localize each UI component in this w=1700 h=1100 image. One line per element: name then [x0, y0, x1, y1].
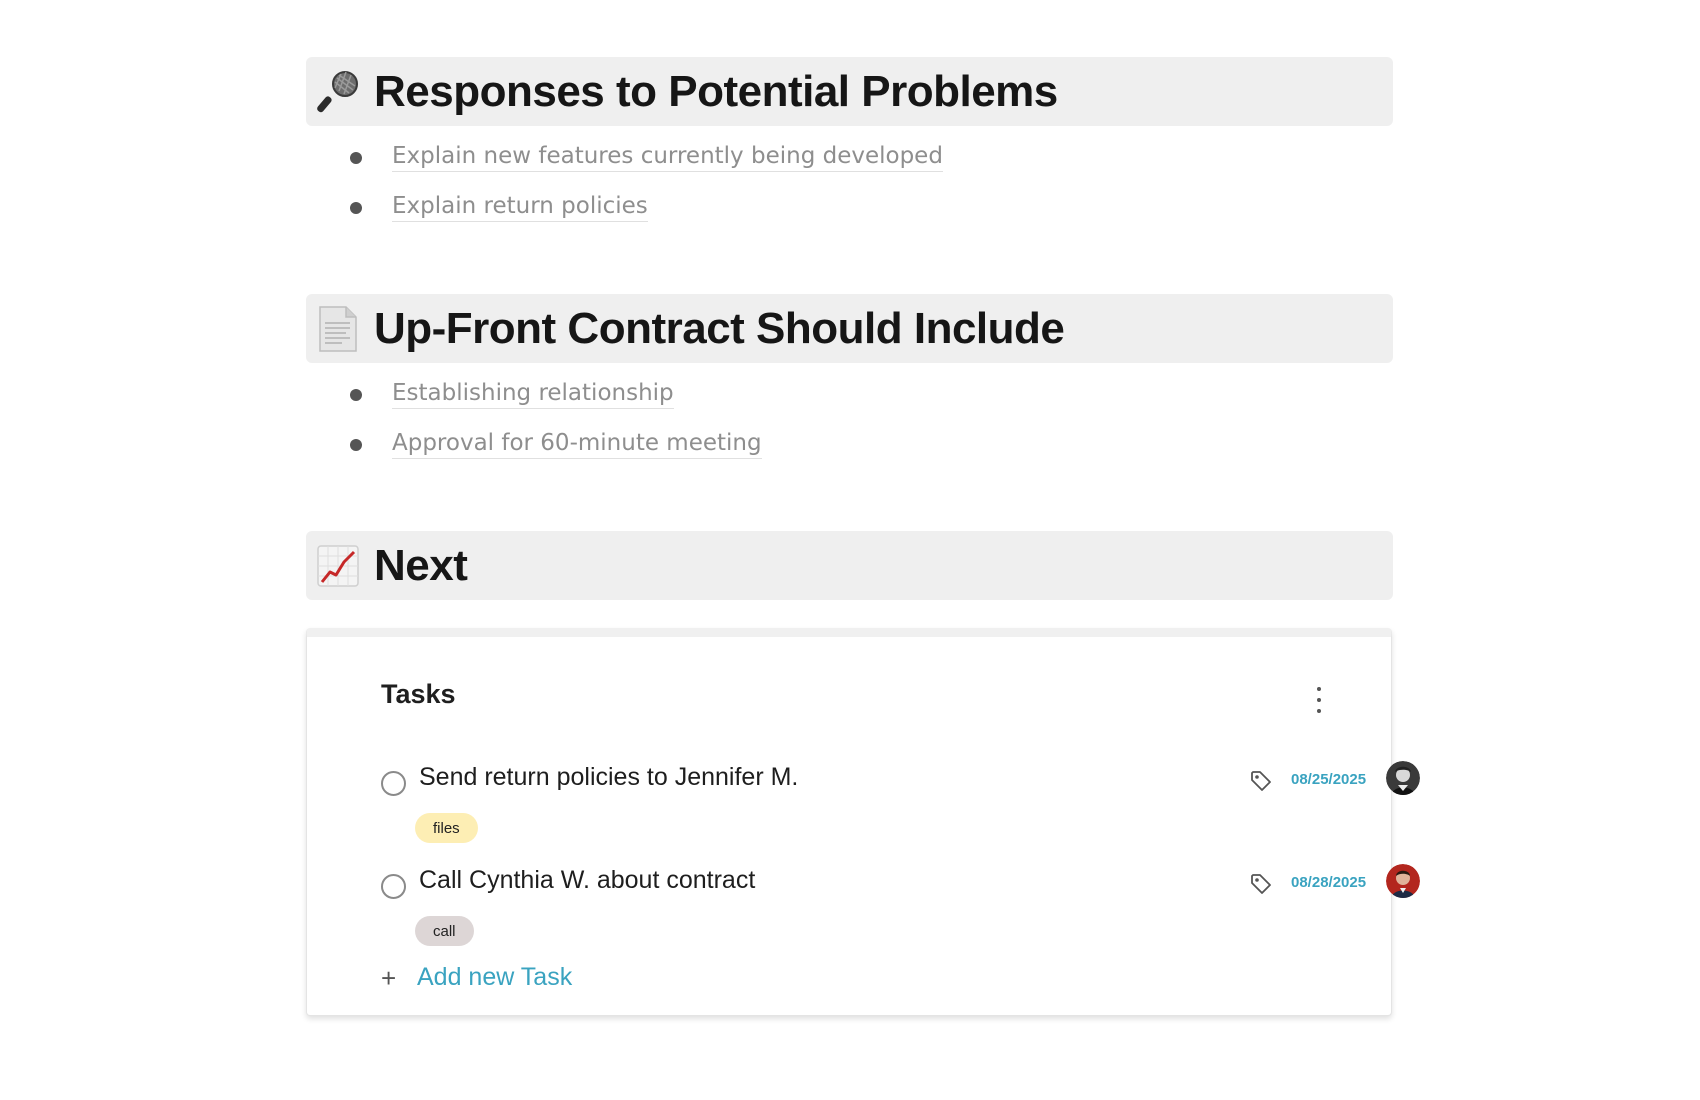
section-title: Up-Front Contract Should Include	[374, 303, 1065, 353]
task-checkbox[interactable]	[381, 771, 406, 796]
task-label[interactable]: Send return policies to Jennifer M.	[419, 763, 798, 792]
section-upfront-contract: Up-Front Contract Should Include Establi…	[306, 294, 1393, 469]
bullet-dot	[350, 202, 362, 214]
list-item[interactable]: Explain new features currently being dev…	[350, 132, 1393, 182]
list-item-text: Establishing relationship	[392, 380, 674, 409]
add-task-button[interactable]: + Add new Task	[381, 963, 572, 992]
tasks-card: Tasks Send return policies to Jennifer M…	[306, 628, 1420, 1016]
list-item[interactable]: Establishing relationship	[350, 369, 1393, 419]
list-item-text: Explain new features currently being dev…	[392, 143, 943, 172]
due-date[interactable]: 08/28/2025	[1291, 874, 1366, 891]
avatar[interactable]	[1386, 864, 1420, 898]
chart-increasing-icon	[314, 542, 362, 590]
task-tag[interactable]: files	[415, 813, 478, 843]
section-title: Next	[374, 540, 468, 590]
list-item-text: Explain return policies	[392, 193, 648, 222]
task-checkbox[interactable]	[381, 874, 406, 899]
tag-icon[interactable]	[1249, 769, 1273, 793]
bullet-dot	[350, 439, 362, 451]
bullet-dot	[350, 389, 362, 401]
bullet-dot	[350, 152, 362, 164]
add-task-label: Add new Task	[417, 963, 573, 991]
list-item-text: Approval for 60-minute meeting	[392, 430, 762, 459]
avatar[interactable]	[1386, 761, 1420, 795]
microphone-icon	[314, 68, 362, 116]
section-heading[interactable]: Responses to Potential Problems	[306, 57, 1393, 126]
section-responses: Responses to Potential Problems Explain …	[306, 57, 1393, 232]
card-title: Tasks	[381, 679, 456, 709]
page: Responses to Potential Problems Explain …	[0, 0, 1700, 1100]
task-tag[interactable]: call	[415, 916, 474, 946]
due-date[interactable]: 08/25/2025	[1291, 771, 1366, 788]
section-next: Next	[306, 531, 1393, 600]
section-title: Responses to Potential Problems	[374, 66, 1058, 116]
section-heading[interactable]: Up-Front Contract Should Include	[306, 294, 1393, 363]
more-vertical-icon[interactable]	[1311, 687, 1327, 713]
bullet-list: Establishing relationship Approval for 6…	[306, 369, 1393, 469]
plus-icon: +	[381, 962, 397, 993]
page-icon	[314, 305, 362, 353]
bullet-list: Explain new features currently being dev…	[306, 132, 1393, 232]
section-heading[interactable]: Next	[306, 531, 1393, 600]
task-label[interactable]: Call Cynthia W. about contract	[419, 866, 755, 895]
list-item[interactable]: Explain return policies	[350, 182, 1393, 232]
list-item[interactable]: Approval for 60-minute meeting	[350, 419, 1393, 469]
tag-icon[interactable]	[1249, 872, 1273, 896]
